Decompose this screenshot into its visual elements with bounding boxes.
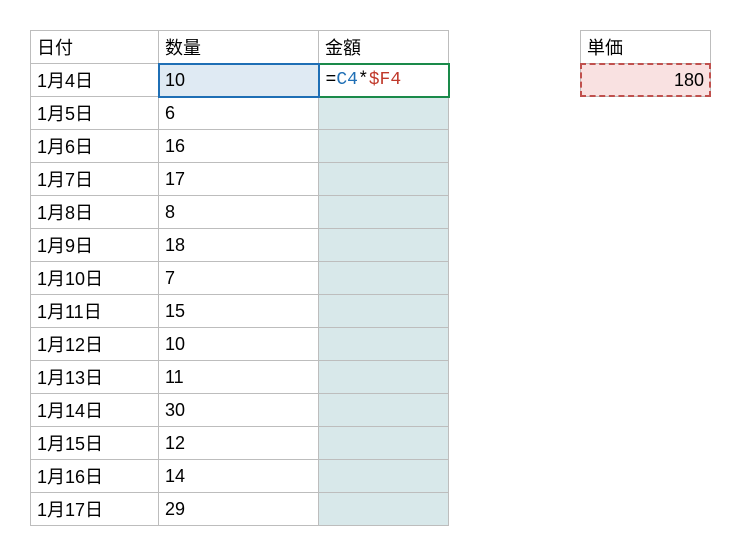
header-row: 日付 数量 金額 xyxy=(31,31,449,64)
unit-price-table[interactable]: 単価 180 xyxy=(580,30,711,97)
cell-amount[interactable] xyxy=(319,229,449,262)
cell-amount[interactable] xyxy=(319,262,449,295)
cell-amount[interactable] xyxy=(319,460,449,493)
cell-date[interactable]: 1月15日 xyxy=(31,427,159,460)
header-row: 単価 xyxy=(581,31,711,64)
cell-qty[interactable]: 14 xyxy=(159,460,319,493)
table-row: 1月8日 8 xyxy=(31,196,449,229)
cell-unit-price-referenced[interactable]: 180 xyxy=(581,64,711,97)
cell-date[interactable]: 1月10日 xyxy=(31,262,159,295)
cell-date[interactable]: 1月12日 xyxy=(31,328,159,361)
cell-amount[interactable] xyxy=(319,328,449,361)
table-row: 1月4日 10 =C4*$F4 xyxy=(31,64,449,97)
cell-date[interactable]: 1月16日 xyxy=(31,460,159,493)
cell-date[interactable]: 1月14日 xyxy=(31,394,159,427)
cell-amount[interactable] xyxy=(319,394,449,427)
cell-qty[interactable]: 18 xyxy=(159,229,319,262)
table-row: 1月13日 11 xyxy=(31,361,449,394)
cell-qty[interactable]: 8 xyxy=(159,196,319,229)
cell-qty[interactable]: 16 xyxy=(159,130,319,163)
unit-price-value: 180 xyxy=(674,70,704,90)
cell-qty[interactable]: 17 xyxy=(159,163,319,196)
cell-amount[interactable] xyxy=(319,130,449,163)
cell-amount[interactable] xyxy=(319,361,449,394)
cell-qty[interactable]: 12 xyxy=(159,427,319,460)
data-table[interactable]: 日付 数量 金額 1月4日 10 =C4*$F4 1月5日 6 1月6日 16 … xyxy=(30,30,450,526)
cell-amount[interactable] xyxy=(319,196,449,229)
table-row: 1月15日 12 xyxy=(31,427,449,460)
cell-date[interactable]: 1月9日 xyxy=(31,229,159,262)
formula-ref-f4: $F4 xyxy=(369,70,401,90)
cell-date[interactable]: 1月13日 xyxy=(31,361,159,394)
table-row: 1月10日 7 xyxy=(31,262,449,295)
header-qty[interactable]: 数量 xyxy=(159,31,319,64)
table-row: 1月11日 15 xyxy=(31,295,449,328)
cell-amount[interactable] xyxy=(319,295,449,328)
cell-qty[interactable]: 11 xyxy=(159,361,319,394)
cell-amount[interactable] xyxy=(319,163,449,196)
table-row: 180 xyxy=(581,64,711,97)
formula-ref-c4: C4 xyxy=(336,70,358,90)
formula-operator: * xyxy=(358,70,369,90)
formula-equals: = xyxy=(326,70,337,90)
cell-date[interactable]: 1月17日 xyxy=(31,493,159,526)
cell-qty[interactable]: 7 xyxy=(159,262,319,295)
table-row: 1月17日 29 xyxy=(31,493,449,526)
cell-amount[interactable] xyxy=(319,493,449,526)
cell-qty[interactable]: 10 xyxy=(159,328,319,361)
cell-amount[interactable] xyxy=(319,97,449,130)
cell-date[interactable]: 1月5日 xyxy=(31,97,159,130)
cell-date[interactable]: 1月7日 xyxy=(31,163,159,196)
cell-amount[interactable] xyxy=(319,427,449,460)
cell-qty-selected[interactable]: 10 xyxy=(159,64,319,97)
cell-date[interactable]: 1月11日 xyxy=(31,295,159,328)
cell-qty[interactable]: 30 xyxy=(159,394,319,427)
table-row: 1月6日 16 xyxy=(31,130,449,163)
cell-date[interactable]: 1月8日 xyxy=(31,196,159,229)
cell-date[interactable]: 1月4日 xyxy=(31,64,159,97)
table-row: 1月5日 6 xyxy=(31,97,449,130)
cell-formula-editing[interactable]: =C4*$F4 xyxy=(319,64,449,97)
table-row: 1月14日 30 xyxy=(31,394,449,427)
cell-qty[interactable]: 29 xyxy=(159,493,319,526)
table-row: 1月9日 18 xyxy=(31,229,449,262)
table-row: 1月16日 14 xyxy=(31,460,449,493)
cell-qty[interactable]: 6 xyxy=(159,97,319,130)
table-row: 1月12日 10 xyxy=(31,328,449,361)
header-unit-price[interactable]: 単価 xyxy=(581,31,711,64)
cell-date[interactable]: 1月6日 xyxy=(31,130,159,163)
table-row: 1月7日 17 xyxy=(31,163,449,196)
header-amount[interactable]: 金額 xyxy=(319,31,449,64)
cell-qty[interactable]: 15 xyxy=(159,295,319,328)
header-date[interactable]: 日付 xyxy=(31,31,159,64)
